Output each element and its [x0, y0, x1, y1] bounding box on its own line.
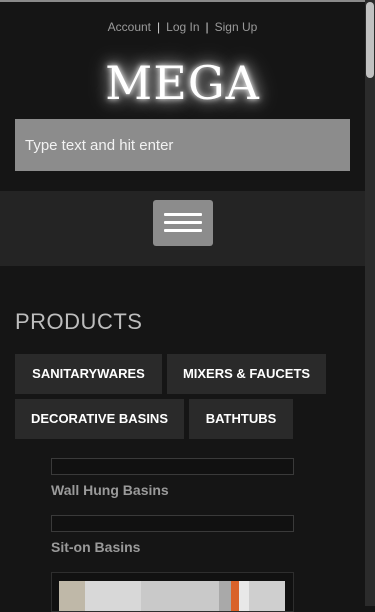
products-heading: PRODUCTS	[15, 309, 143, 334]
search-input[interactable]	[15, 119, 350, 171]
category-button-decorative-basins[interactable]: DECORATIVE BASINS	[15, 399, 184, 439]
category-button-bathtubs[interactable]: BATHTUBS	[189, 399, 293, 439]
hamburger-menu-icon	[164, 213, 202, 216]
image-segment	[231, 581, 239, 611]
scrollbar-track[interactable]	[365, 0, 375, 606]
image-segment	[85, 581, 141, 611]
scrollbar-thumb[interactable]	[366, 2, 374, 78]
site-logo[interactable]: MEGA	[0, 56, 365, 110]
product-title[interactable]: Wall Hung Basins	[51, 482, 169, 498]
account-link[interactable]: Account	[108, 20, 151, 34]
page: Account | Log In | Sign Up MEGA PRODUCTS SAN…	[0, 0, 365, 612]
hamburger-menu-icon	[164, 229, 202, 232]
product-thumbnail[interactable]	[51, 515, 294, 532]
category-button-mixers-faucets[interactable]: MIXERS & FAUCETS	[167, 354, 326, 394]
hamburger-menu-button[interactable]	[153, 200, 213, 246]
signup-link[interactable]: Sign Up	[215, 20, 258, 34]
product-title[interactable]: Sit-on Basins	[51, 539, 140, 555]
separator: |	[157, 20, 161, 34]
image-segment	[239, 581, 249, 611]
hamburger-menu-icon	[164, 221, 202, 224]
product-thumbnail[interactable]	[51, 458, 294, 475]
login-link[interactable]: Log In	[166, 20, 199, 34]
category-button-sanitarywares[interactable]: SANITARYWARES	[15, 354, 162, 394]
image-segment	[59, 581, 85, 611]
separator: |	[205, 20, 209, 34]
image-segment	[141, 581, 219, 611]
image-segment	[219, 581, 231, 611]
account-links: Account | Log In | Sign Up	[0, 20, 365, 34]
top-border	[0, 0, 365, 2]
product-image[interactable]	[51, 572, 294, 612]
image-segment	[249, 581, 285, 611]
